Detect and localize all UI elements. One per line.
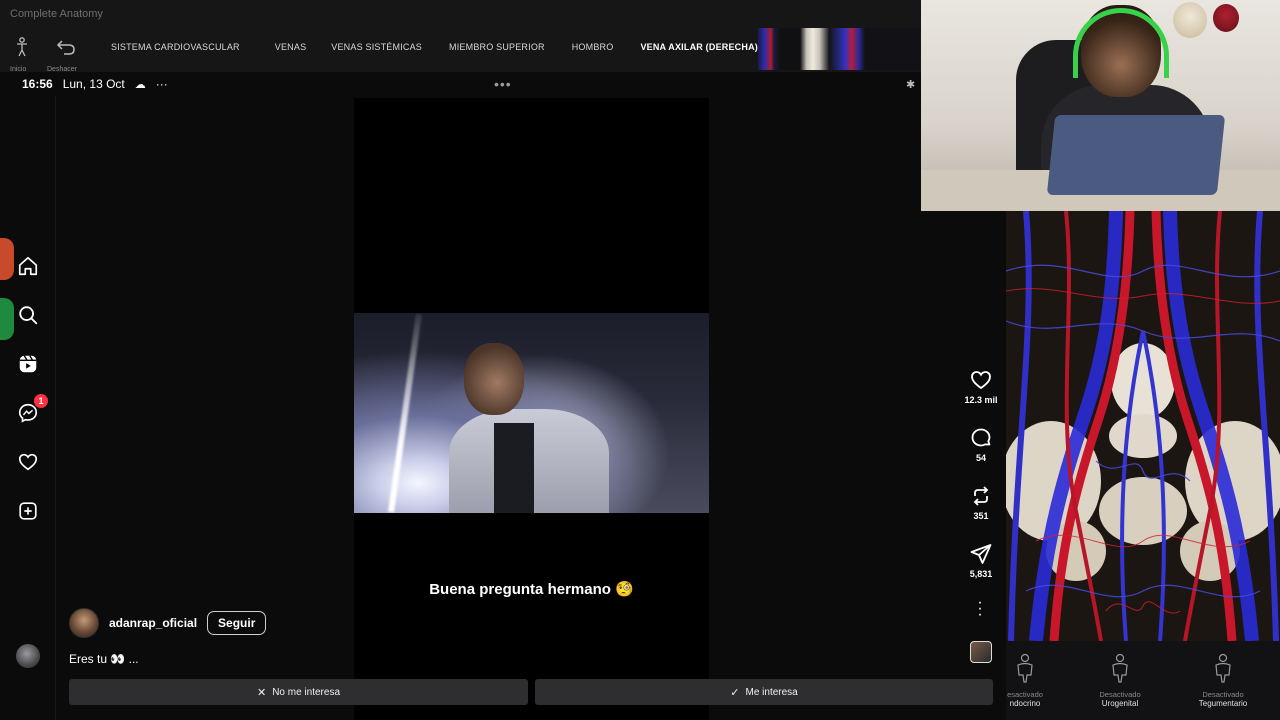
repost-button[interactable]: 351 xyxy=(961,484,1001,521)
status-date: Lun, 13 Oct xyxy=(62,77,125,91)
instagram-sidebar: 1 xyxy=(0,96,56,720)
repost-count: 351 xyxy=(973,511,989,521)
create-icon[interactable] xyxy=(14,497,42,525)
breadcrumb-item[interactable]: SISTEMA CARDIOVASCULAR xyxy=(102,42,249,52)
home-human-figure-icon[interactable] xyxy=(9,34,35,60)
status-bar: 16:56 Lun, 13 Oct ☁ ··· xyxy=(22,77,168,91)
close-icon: ✕ xyxy=(256,686,267,699)
breadcrumb-item[interactable]: MIEMBRO SUPERIOR xyxy=(431,42,554,52)
interested-button[interactable]: ✓ Me interesa xyxy=(535,679,993,705)
plush-toy xyxy=(1213,4,1239,32)
messenger-icon[interactable]: 1 xyxy=(14,394,48,427)
breadcrumb-item[interactable]: VENAS SISTÉMICAS xyxy=(315,42,431,52)
video-person-shirt xyxy=(494,423,534,513)
author-avatar[interactable] xyxy=(69,608,99,638)
search-icon[interactable] xyxy=(14,301,42,329)
reel-author: adanrap_oficial Seguir xyxy=(69,608,267,638)
anatomy-preview-strip xyxy=(758,28,920,70)
system-toggle-bar: esactivado ndocrino Desactivado Urogenit… xyxy=(1006,641,1280,720)
system-toggle-endocrine[interactable]: esactivado ndocrino xyxy=(990,653,1060,708)
human-figure-icon xyxy=(1017,653,1033,683)
heart-icon[interactable] xyxy=(14,448,42,476)
profile-avatar-icon[interactable] xyxy=(16,644,40,668)
app-edge-chip[interactable] xyxy=(0,238,14,280)
audio-thumbnail[interactable] xyxy=(970,641,992,663)
share-button[interactable]: 5,831 xyxy=(961,542,1001,579)
system-name: Urogenital xyxy=(1101,699,1139,708)
multitask-dots[interactable]: ••• xyxy=(494,76,512,92)
comment-count: 54 xyxy=(975,453,986,463)
comment-icon xyxy=(971,428,991,447)
anatomy-app-bar: Complete Anatomy Inicio Deshacer SISTEMA… xyxy=(0,0,921,73)
cloud-icon: ☁ xyxy=(134,78,146,91)
status-extra: ··· xyxy=(155,77,168,91)
breadcrumb-current[interactable]: VENA AXILAR (DERECHA) xyxy=(622,42,767,52)
share-icon xyxy=(970,544,992,564)
system-name: ndocrino xyxy=(1009,699,1041,708)
system-status: Desactivado xyxy=(1099,690,1141,699)
reel-player[interactable]: Buena pregunta hermano 🧐 xyxy=(354,98,709,720)
video-person-head xyxy=(464,343,524,415)
breadcrumb-item[interactable]: VENAS xyxy=(249,42,316,52)
reel-description[interactable]: Eres tu 👀 ... xyxy=(69,652,139,666)
reel-video[interactable] xyxy=(354,313,709,513)
home-icon[interactable] xyxy=(14,252,42,280)
like-count: 12.3 mil xyxy=(964,395,998,405)
system-name: Tegumentario xyxy=(1198,699,1248,708)
interested-label: Me interesa xyxy=(745,686,798,698)
author-username[interactable]: adanrap_oficial xyxy=(109,616,197,630)
breadcrumb-item[interactable]: HOMBRO xyxy=(554,42,623,52)
webcam-overlay xyxy=(921,0,1280,211)
pelvis-vasculature-render xyxy=(1006,211,1280,641)
check-icon: ✓ xyxy=(730,686,740,699)
tablet xyxy=(1046,115,1226,195)
not-interested-button[interactable]: ✕ No me interesa xyxy=(69,679,528,705)
reels-icon[interactable] xyxy=(14,350,42,378)
bluetooth-icon: ✱ xyxy=(906,79,916,91)
like-heart-icon xyxy=(971,371,991,390)
headset xyxy=(1073,8,1169,78)
system-status: Desactivado xyxy=(1202,690,1244,699)
comment-button[interactable]: 54 xyxy=(961,426,1001,463)
not-interested-label: No me interesa xyxy=(272,686,341,698)
share-count: 5,831 xyxy=(969,569,993,579)
undo-tool-label: Deshacer xyxy=(47,66,77,73)
app-title: Complete Anatomy xyxy=(10,8,103,20)
system-status: esactivado xyxy=(1007,690,1043,699)
like-button[interactable]: 12.3 mil xyxy=(961,368,1001,405)
human-figure-icon xyxy=(1112,653,1128,683)
repost-icon xyxy=(973,486,989,506)
notification-badge: 1 xyxy=(34,394,48,408)
system-toggle-integumentary[interactable]: Desactivado Tegumentario xyxy=(1188,653,1258,708)
anatomy-3d-view[interactable] xyxy=(1006,211,1280,641)
plush-toy xyxy=(1173,2,1207,38)
breadcrumb: SISTEMA CARDIOVASCULAR VENAS VENAS SISTÉ… xyxy=(102,42,767,52)
reel-caption: Buena pregunta hermano 🧐 xyxy=(429,581,634,598)
follow-button[interactable]: Seguir xyxy=(207,611,267,635)
more-options-icon[interactable]: · · · xyxy=(976,595,984,623)
status-time: 16:56 xyxy=(22,77,53,91)
app-edge-chip[interactable] xyxy=(0,298,14,340)
home-tool-label: Inicio xyxy=(10,66,27,73)
system-toggle-urogenital[interactable]: Desactivado Urogenital xyxy=(1085,653,1155,708)
undo-icon[interactable] xyxy=(53,34,79,60)
human-figure-icon xyxy=(1215,653,1231,683)
light-beam xyxy=(388,313,422,513)
